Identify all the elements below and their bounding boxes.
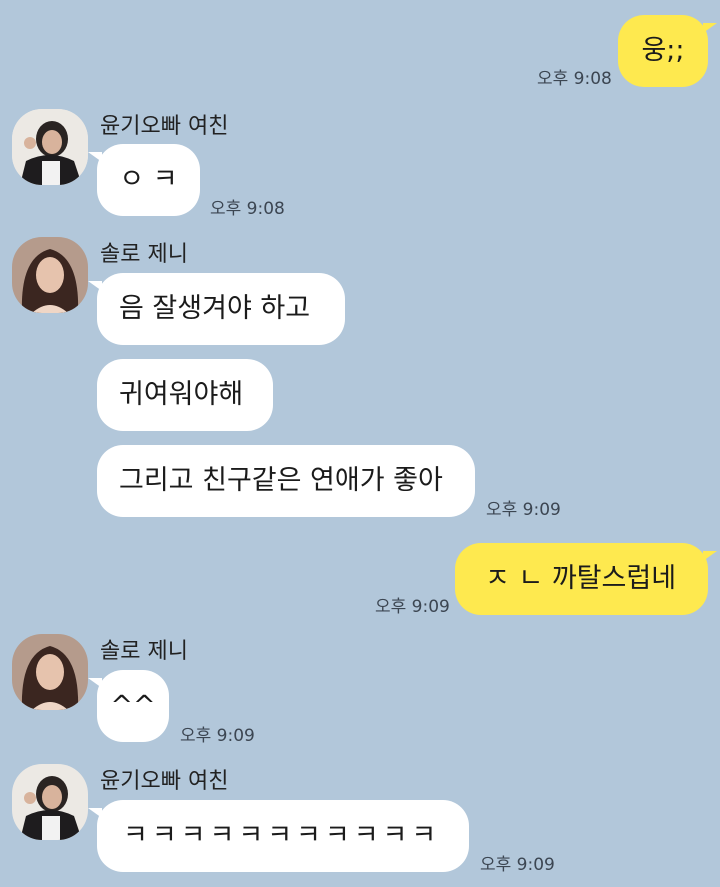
message-text: 귀여워야해	[119, 379, 244, 410]
sender-name: 솔로 제니	[100, 639, 188, 664]
message-text: 음 잘생겨야 하고	[119, 293, 311, 324]
my-message-bubble[interactable]: 웅;;	[618, 15, 717, 87]
their-message-bubble[interactable]: ^^	[88, 670, 169, 742]
sender-avatar[interactable]	[12, 237, 88, 313]
profile-photo-icon	[12, 237, 88, 313]
sender-name: 윤기오빠 여친	[100, 114, 229, 139]
message-timestamp: 오후 9:08	[537, 69, 612, 89]
their-message-bubble[interactable]: ㅋㅋㅋㅋㅋㅋㅋㅋㅋㅋㅋ	[88, 800, 469, 872]
message-text: ㅋㅋㅋㅋㅋㅋㅋㅋㅋㅋㅋ	[123, 820, 441, 851]
sender-avatar[interactable]	[12, 634, 88, 710]
profile-photo-icon	[12, 109, 88, 185]
message-timestamp: 오후 9:08	[210, 199, 285, 219]
message-timestamp: 오후 9:09	[486, 500, 561, 520]
message-text: ^^	[110, 690, 156, 721]
my-message-bubble[interactable]: ㅈ ㄴ 까탈스럽네	[455, 543, 717, 615]
message-timestamp: 오후 9:09	[180, 726, 255, 746]
sender-name: 솔로 제니	[100, 242, 188, 267]
sender-name: 윤기오빠 여친	[100, 769, 229, 794]
their-message-bubble[interactable]: 귀여워야해	[97, 359, 273, 431]
profile-photo-icon	[12, 634, 88, 710]
their-message-bubble[interactable]: 그리고 친구같은 연애가 좋아	[97, 445, 475, 517]
message-text: ㅈ ㄴ 까탈스럽네	[485, 563, 677, 594]
message-timestamp: 오후 9:09	[480, 855, 555, 875]
sender-avatar[interactable]	[12, 109, 88, 185]
message-text: 그리고 친구같은 연애가 좋아	[119, 465, 443, 496]
their-message-bubble[interactable]: 음 잘생겨야 하고	[88, 273, 345, 345]
their-message-bubble[interactable]: ㅇ ㅋ	[88, 144, 200, 216]
profile-photo-icon	[12, 764, 88, 840]
message-text: ㅇ ㅋ	[119, 164, 178, 195]
sender-avatar[interactable]	[12, 764, 88, 840]
message-text: 웅;;	[641, 35, 685, 66]
message-timestamp: 오후 9:09	[375, 597, 450, 617]
